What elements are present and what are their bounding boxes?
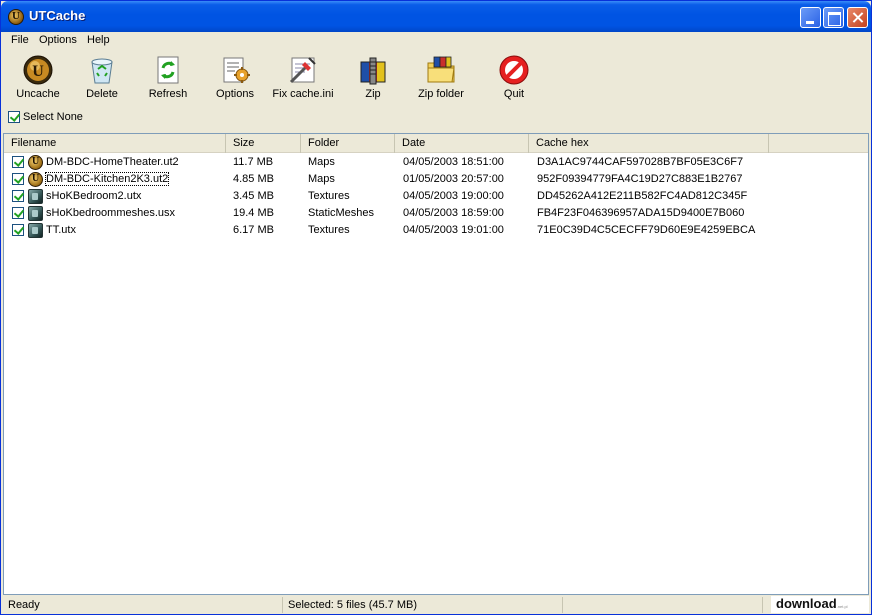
delete-button[interactable]: Delete <box>79 51 125 105</box>
file-date: 04/05/2003 18:51:00 <box>403 156 504 168</box>
file-folder: Maps <box>308 173 335 185</box>
refresh-label: Refresh <box>148 88 188 100</box>
delete-label: Delete <box>86 88 118 100</box>
row-checkbox[interactable] <box>12 173 24 185</box>
file-size: 19.4 MB <box>233 207 274 219</box>
file-list[interactable]: Filename Size Folder Date Cache hex DM-B… <box>3 133 869 595</box>
uncache-button[interactable]: U Uncache <box>13 51 63 105</box>
selection-summary: Selected: 5 files (45.7 MB) <box>283 597 563 613</box>
row-checkbox[interactable] <box>12 224 24 236</box>
row-checkbox[interactable] <box>12 207 24 219</box>
file-name: DM-BDC-HomeTheater.ut2 <box>46 156 179 168</box>
quit-label: Quit <box>503 88 525 100</box>
file-name: sHoKbedroommeshes.usx <box>46 207 176 219</box>
file-row[interactable]: TT.utx 6.17 MB Textures 04/05/2003 19:01… <box>4 222 868 239</box>
file-date: 01/05/2003 20:57:00 <box>403 173 504 185</box>
file-folder: StaticMeshes <box>308 207 375 219</box>
recycle-bin-icon <box>91 58 113 84</box>
select-none-toggle[interactable]: Select None <box>8 111 83 125</box>
row-checkbox[interactable] <box>12 156 24 168</box>
zip-folder-label: Zip folder <box>418 88 464 100</box>
minimize-button[interactable] <box>800 7 821 28</box>
file-date: 04/05/2003 19:00:00 <box>403 190 504 202</box>
file-cache-hex: D3A1AC9744CAF597028B7BF05E3C6F7 <box>537 156 744 168</box>
menu-file[interactable]: File <box>11 34 29 46</box>
refresh-button[interactable]: Refresh <box>143 51 193 105</box>
file-size: 11.7 MB <box>233 156 274 168</box>
status-text: Ready <box>3 597 283 613</box>
zip-folder-icon <box>427 56 455 83</box>
menu-options[interactable]: Options <box>39 34 77 46</box>
svg-text:U: U <box>32 63 44 80</box>
status-panel-empty <box>563 597 763 613</box>
close-button[interactable] <box>847 7 868 28</box>
file-name: DM-BDC-Kitchen2K3.ut2 <box>44 172 170 186</box>
file-folder: Maps <box>308 156 335 168</box>
file-name: sHoKBedroom2.utx <box>46 190 142 202</box>
file-cache-hex: FB4F23F046396957ADA15D9400E7B060 <box>537 207 745 219</box>
select-none-label: Select None <box>23 111 83 123</box>
quit-icon <box>499 55 529 85</box>
quit-button[interactable]: Quit <box>493 51 535 105</box>
options-button[interactable]: Options <box>211 51 259 105</box>
uncache-icon: U <box>23 55 53 85</box>
app-window: UTCache File Options Help U Uncache <box>0 0 872 615</box>
file-date: 04/05/2003 18:59:00 <box>403 207 504 219</box>
column-header-folder[interactable]: Folder <box>301 134 395 153</box>
file-cache-hex: 71E0C39D4C5CECFF79D60E9E4259EBCA <box>537 224 756 236</box>
file-row[interactable]: DM-BDC-Kitchen2K3.ut2 4.85 MB Maps 01/05… <box>4 171 868 188</box>
column-header-date[interactable]: Date <box>395 134 529 153</box>
column-header-filename[interactable]: Filename <box>4 134 226 153</box>
texture-file-icon <box>28 223 43 238</box>
column-header-cache-hex[interactable]: Cache hex <box>529 134 769 153</box>
file-date: 04/05/2003 19:01:00 <box>403 224 504 236</box>
maximize-button[interactable] <box>823 7 844 28</box>
file-row[interactable]: DM-BDC-HomeTheater.ut2 11.7 MB Maps 04/0… <box>4 154 868 171</box>
watermark-main: download <box>776 596 837 611</box>
fix-cache-button[interactable]: Fix cache.ini <box>269 51 337 105</box>
map-file-icon <box>28 155 43 170</box>
refresh-icon <box>157 56 179 84</box>
file-size: 3.45 MB <box>233 190 274 202</box>
select-none-checkbox[interactable] <box>8 111 20 123</box>
uncache-label: Uncache <box>16 88 60 100</box>
window-title: UTCache <box>29 8 86 23</box>
file-cache-hex: 952F09394779FA4C19D27C883E1B2767 <box>537 173 743 185</box>
file-folder: Textures <box>308 224 350 236</box>
title-bar[interactable]: UTCache <box>1 1 871 32</box>
zip-button[interactable]: Zip <box>353 51 393 105</box>
options-icon <box>223 57 250 83</box>
file-row[interactable]: sHoKBedroom2.utx 3.45 MB Textures 04/05/… <box>4 188 868 205</box>
fix-cache-icon <box>289 57 316 84</box>
file-size: 4.85 MB <box>233 173 274 185</box>
watermark-sub: .net.pl <box>836 604 848 609</box>
file-cache-hex: DD45262A412E211B582FC4AD812C345F <box>537 190 748 202</box>
zip-folder-button[interactable]: Zip folder <box>413 51 469 105</box>
file-row[interactable]: sHoKbedroommeshes.usx 19.4 MB StaticMesh… <box>4 205 868 222</box>
map-file-icon <box>28 172 43 187</box>
menu-bar: File Options Help <box>3 32 869 50</box>
static-mesh-file-icon <box>28 206 43 221</box>
file-size: 6.17 MB <box>233 224 274 236</box>
status-bar: Ready Selected: 5 files (45.7 MB) <box>3 597 869 614</box>
list-header: Filename Size Folder Date Cache hex <box>4 134 868 153</box>
utcache-app-icon <box>8 9 24 25</box>
zip-label: Zip <box>365 88 381 100</box>
options-label: Options <box>216 88 254 100</box>
row-checkbox[interactable] <box>12 190 24 202</box>
fix-cache-label: Fix cache.ini <box>272 88 334 100</box>
watermark-logo: download.net.pl <box>771 596 869 613</box>
file-name: TT.utx <box>46 224 76 236</box>
texture-file-icon <box>28 189 43 204</box>
menu-help[interactable]: Help <box>87 34 110 46</box>
toolbar: U Uncache Delete Refresh Options Fix cac… <box>3 51 869 105</box>
zip-icon <box>360 57 386 85</box>
column-header-size[interactable]: Size <box>226 134 301 153</box>
file-folder: Textures <box>308 190 350 202</box>
